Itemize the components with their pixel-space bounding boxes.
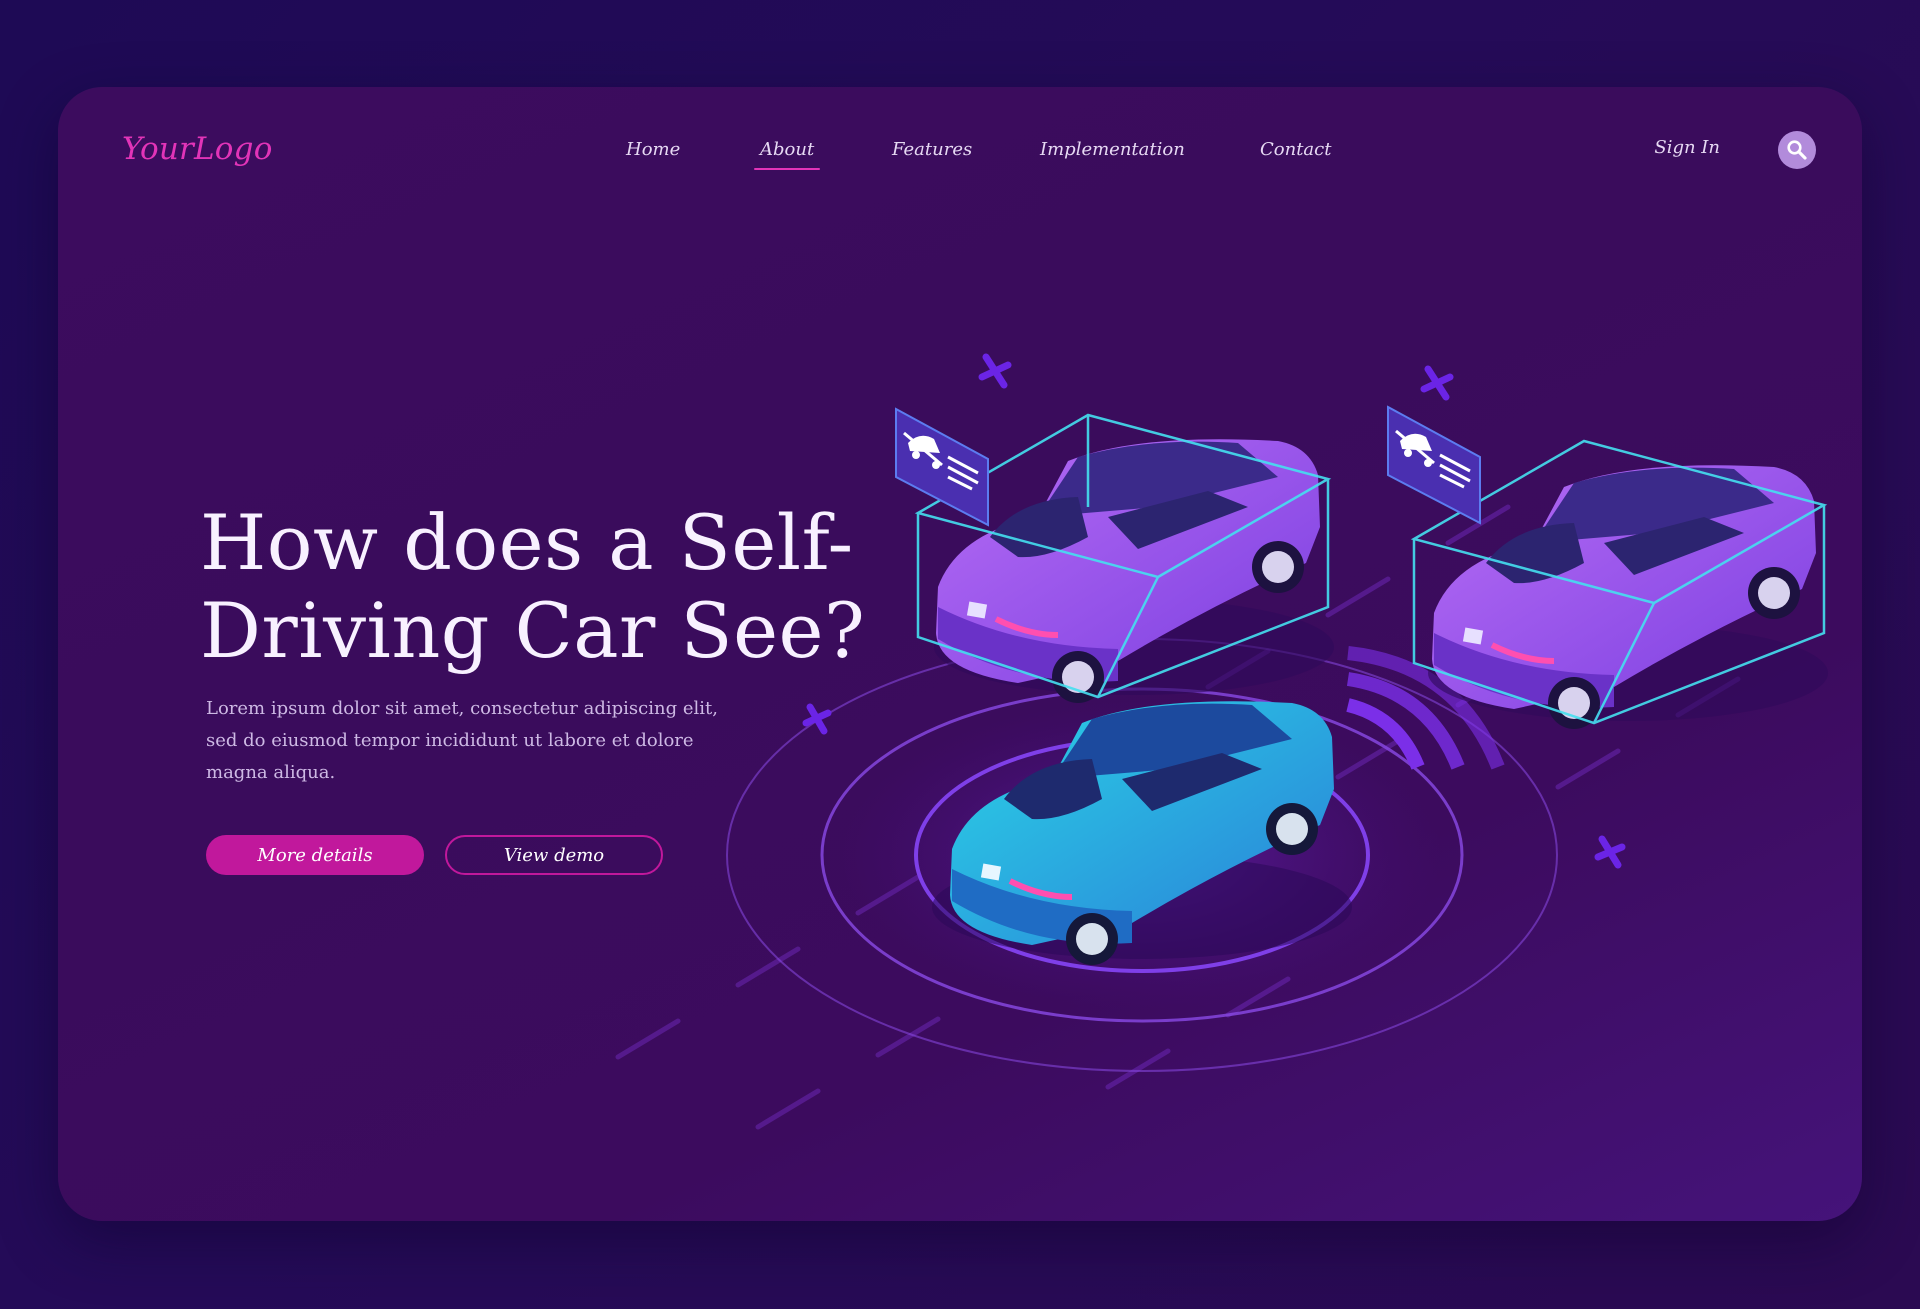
search-icon xyxy=(1787,140,1807,160)
nav-features[interactable]: Features xyxy=(892,139,972,160)
landing-card: YourLogo Home About Features Implementat… xyxy=(58,87,1862,1221)
main-nav: Home About Features Implementation Conta… xyxy=(58,139,1862,179)
sign-in-link[interactable]: Sign In xyxy=(1654,137,1720,158)
sparkles xyxy=(802,353,1626,869)
nav-implementation[interactable]: Implementation xyxy=(1040,139,1185,160)
nav-about[interactable]: About xyxy=(753,139,821,170)
nav-contact[interactable]: Contact xyxy=(1260,139,1331,160)
car-detection-icon-right xyxy=(1387,405,1481,525)
view-demo-button[interactable]: View demo xyxy=(445,835,663,875)
purple-car-right xyxy=(1428,465,1828,729)
hero-title-line-1: How does a Self- xyxy=(200,498,854,587)
nav-home[interactable]: Home xyxy=(626,139,680,160)
hero-title: How does a Self- Driving Car See? xyxy=(200,499,880,675)
purple-car-left xyxy=(934,439,1334,703)
more-details-button[interactable]: More details xyxy=(206,835,424,875)
detection-box-left xyxy=(914,413,1332,699)
search-button[interactable] xyxy=(1778,131,1816,169)
hero-title-line-2: Driving Car See? xyxy=(200,586,866,675)
detection-box-right xyxy=(1410,439,1828,725)
blue-car xyxy=(932,701,1352,965)
signal-waves xyxy=(1346,646,1505,770)
hero-description: Lorem ipsum dolor sit amet, consectetur … xyxy=(206,698,718,783)
car-detection-icon-left xyxy=(895,407,989,527)
sensor-rings xyxy=(726,638,1558,1072)
